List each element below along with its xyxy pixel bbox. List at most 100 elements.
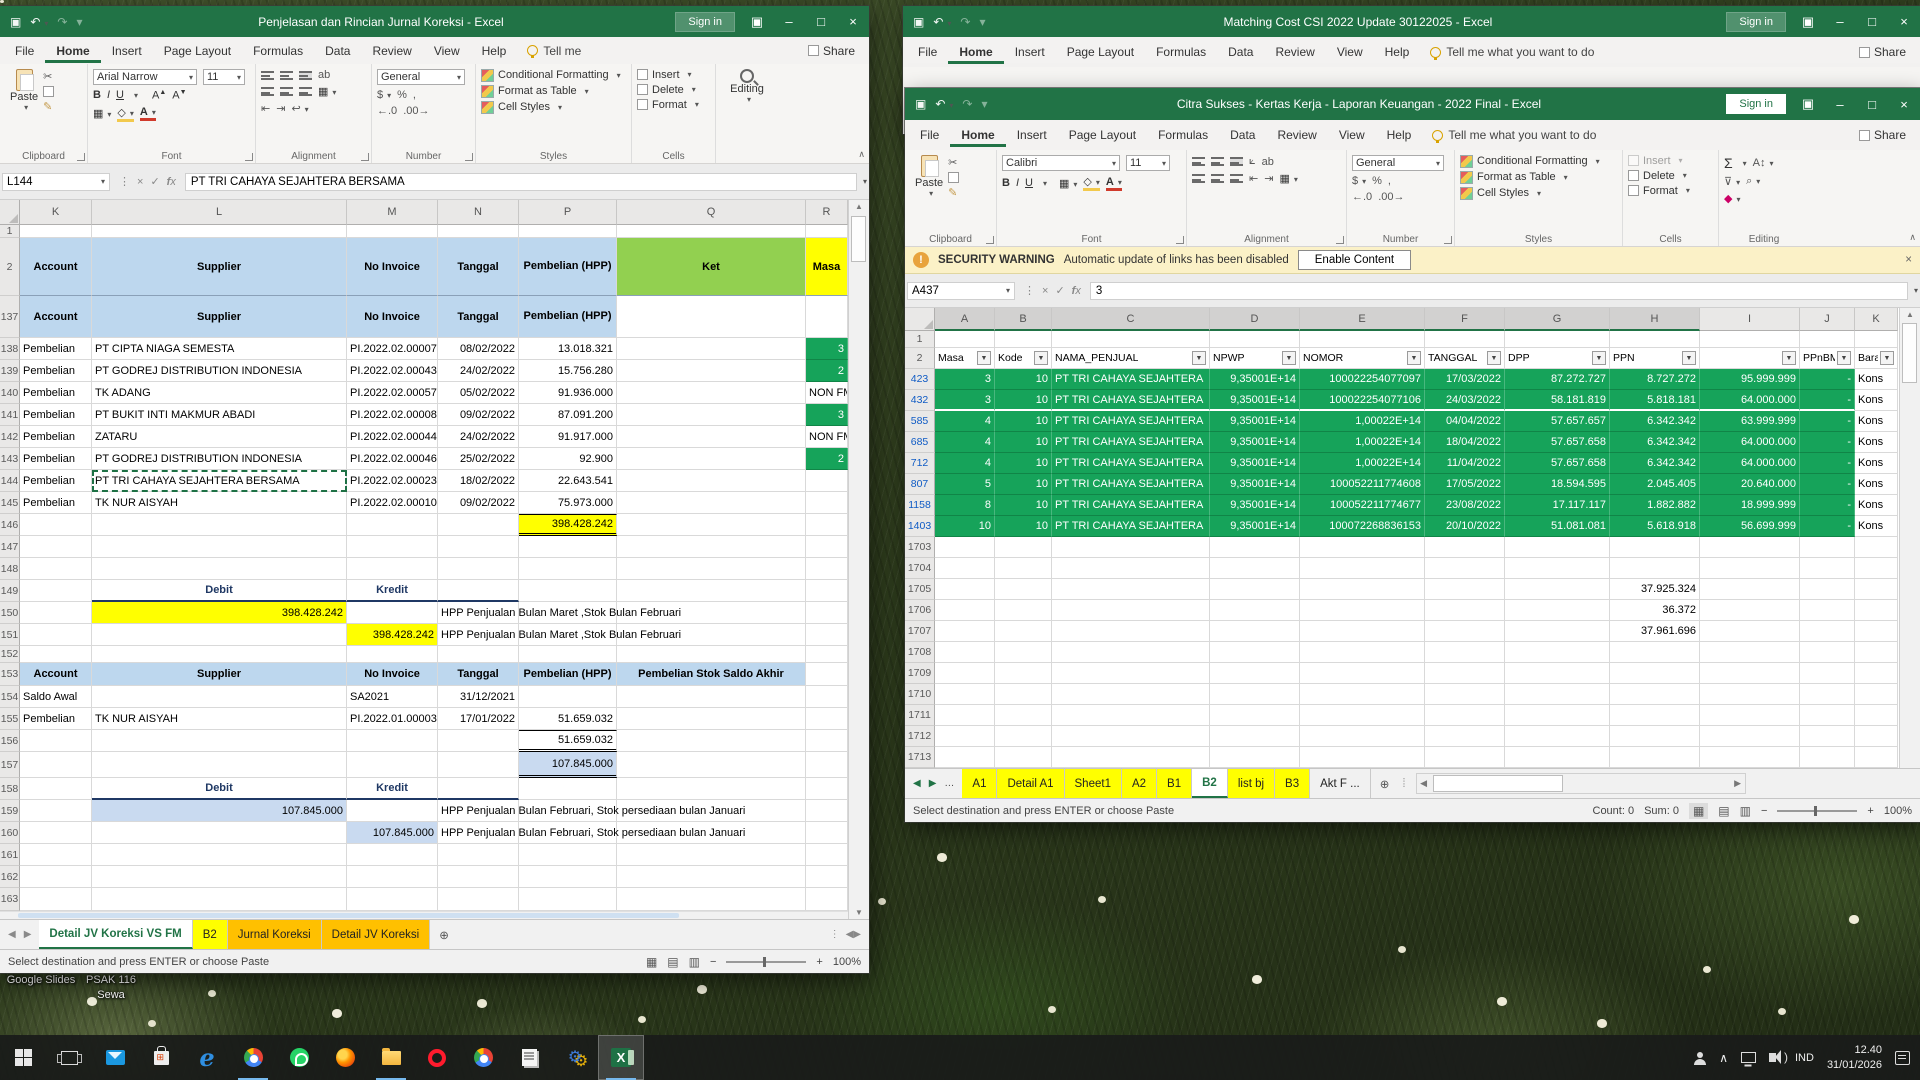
cell-P137[interactable]: Pembelian (HPP) — [519, 296, 617, 338]
menu-tab-data[interactable]: Data — [314, 39, 361, 63]
fill-color-icon[interactable]: ◇▾ — [1083, 175, 1099, 191]
cell-Q139[interactable] — [617, 360, 806, 382]
paste-button[interactable]: Paste▾ — [5, 67, 43, 114]
row-header-154[interactable]: 154 — [0, 686, 20, 708]
cell-K1709[interactable] — [1855, 663, 1898, 684]
row-header-151[interactable]: 151 — [0, 624, 20, 646]
taskbar-task-view-icon[interactable] — [46, 1035, 92, 1080]
cell-H1704[interactable] — [1610, 558, 1700, 579]
italic-button[interactable]: I — [107, 89, 110, 101]
cell-N155[interactable]: 17/01/2022 — [438, 708, 519, 730]
column-header-I[interactable]: I — [1700, 308, 1800, 331]
cell-N147[interactable] — [438, 536, 519, 558]
cell-R160[interactable] — [806, 822, 848, 844]
cell-B712[interactable]: 10 — [995, 453, 1052, 474]
cell-H1403[interactable]: 5.618.918 — [1610, 516, 1700, 537]
cancel-icon[interactable]: × — [1042, 285, 1048, 297]
cell-M152[interactable] — [347, 646, 438, 663]
format-painter-icon[interactable]: ✎ — [948, 186, 959, 199]
cell-F1403[interactable]: 20/10/2022 — [1425, 516, 1505, 537]
cell-K1712[interactable] — [1855, 726, 1898, 747]
comma-style-icon[interactable]: , — [413, 89, 416, 101]
cell-D1707[interactable] — [1210, 621, 1300, 642]
cell-K1[interactable] — [1855, 331, 1898, 348]
menu-tab-insert[interactable]: Insert — [1004, 40, 1056, 64]
decrease-indent-icon[interactable]: ⇤ — [1249, 172, 1258, 185]
cell-K1705[interactable] — [1855, 579, 1898, 600]
cell-H585[interactable]: 6.342.342 — [1610, 411, 1700, 432]
left-scroll-thumb[interactable] — [851, 216, 866, 262]
cell-E1707[interactable] — [1300, 621, 1425, 642]
cell-L162[interactable] — [92, 866, 347, 888]
cell-K1158[interactable]: Kons — [1855, 495, 1898, 516]
zoom-in-icon[interactable]: + — [1867, 805, 1873, 817]
cell-L158[interactable]: Debit — [92, 778, 347, 800]
cell-M2[interactable]: No Invoice — [347, 238, 438, 296]
cell-K140[interactable]: Pembelian — [20, 382, 92, 404]
cell-R147[interactable] — [806, 536, 848, 558]
accounting-format-icon[interactable]: $▾ — [1352, 175, 1366, 187]
cell-J807[interactable]: - — [1800, 474, 1855, 495]
cell-N162[interactable] — [438, 866, 519, 888]
cell-F807[interactable]: 17/05/2022 — [1425, 474, 1505, 495]
left-minimize-button[interactable]: – — [773, 6, 805, 37]
left-excel-window[interactable]: ▣ ↶▾ ↷ ▾ Penjelasan dan Rincian Jurnal K… — [0, 6, 869, 973]
cell-A1709[interactable] — [935, 663, 995, 684]
cell-P163[interactable] — [519, 888, 617, 911]
cell-A1403[interactable]: 10 — [935, 516, 995, 537]
cell-C1707[interactable] — [1052, 621, 1210, 642]
cell-P2[interactable]: Pembelian (HPP) — [519, 238, 617, 296]
font-size-select[interactable]: 11▾ — [1126, 155, 1170, 171]
cell-M153[interactable]: No Invoice — [347, 663, 438, 686]
scroll-up-icon[interactable]: ▲ — [849, 202, 869, 211]
cell-D1705[interactable] — [1210, 579, 1300, 600]
cell-L138[interactable]: PT CIPTA NIAGA SEMESTA — [92, 338, 347, 360]
cell-D1712[interactable] — [1210, 726, 1300, 747]
cell-B1710[interactable] — [995, 684, 1052, 705]
zoom-slider[interactable] — [1777, 810, 1857, 812]
row-header-147[interactable]: 147 — [0, 536, 20, 558]
cell-L151[interactable] — [92, 624, 347, 646]
align-middle-icon[interactable] — [1211, 157, 1224, 166]
font-name-select[interactable]: Arial Narrow▾ — [93, 69, 197, 85]
cell-C1403[interactable]: PT TRI CAHAYA SEJAHTERA — [1052, 516, 1210, 537]
filter-dropdown-icon[interactable]: ▼ — [1682, 351, 1696, 365]
cell-J1707[interactable] — [1800, 621, 1855, 642]
cell-M139[interactable]: PI.2022.02.00043 — [347, 360, 438, 382]
cell-G712[interactable]: 57.657.658 — [1505, 453, 1610, 474]
cell-B1703[interactable] — [995, 537, 1052, 558]
sheet-tab-detail-jv-koreksi-vs-fm[interactable]: Detail JV Koreksi VS FM — [39, 920, 192, 949]
back-tell-me[interactable]: Tell me what you want to do — [1430, 45, 1594, 59]
cell-E1713[interactable] — [1300, 747, 1425, 768]
cell-Q149[interactable] — [617, 580, 806, 602]
column-header-K[interactable]: K — [1855, 308, 1898, 331]
scroll-left-icon[interactable]: ◀ — [1417, 778, 1431, 789]
cell-N152[interactable] — [438, 646, 519, 663]
cell-K153[interactable]: Account — [20, 663, 92, 686]
cell-B1403[interactable]: 10 — [995, 516, 1052, 537]
wrap-text-icon[interactable]: ab — [1262, 156, 1274, 168]
cell-E432[interactable]: 100022254077106 — [1300, 390, 1425, 411]
copy-icon[interactable] — [948, 172, 959, 183]
cell-K160[interactable] — [20, 822, 92, 844]
action-center-icon[interactable] — [1895, 1051, 1910, 1065]
format-as-table-button[interactable]: Format as Table▾ — [1460, 171, 1617, 184]
right-share-button[interactable]: Share — [1859, 128, 1916, 142]
align-middle-icon[interactable] — [280, 71, 293, 80]
increase-indent-icon[interactable]: ⇥ — [1264, 172, 1273, 185]
cell-M154[interactable]: SA2021 — [347, 686, 438, 708]
cell-H1[interactable] — [1610, 331, 1700, 348]
cell-R142[interactable]: NON FM — [806, 426, 848, 448]
cell-I1705[interactable] — [1700, 579, 1800, 600]
row-header-1703[interactable]: 1703 — [905, 537, 935, 558]
row-header-1[interactable]: 1 — [0, 225, 20, 238]
right-vertical-scrollbar[interactable]: ▲ — [1899, 308, 1920, 768]
menu-tab-page-layout[interactable]: Page Layout — [1058, 123, 1147, 147]
cell-K139[interactable]: Pembelian — [20, 360, 92, 382]
cell-R140[interactable]: NON FM — [806, 382, 848, 404]
formula-input[interactable]: 3 — [1090, 282, 1908, 300]
cell-C1704[interactable] — [1052, 558, 1210, 579]
cell-P157[interactable]: 107.845.000 — [519, 752, 617, 778]
cell-M160[interactable]: 107.845.000 — [347, 822, 438, 844]
menu-tab-home[interactable]: Home — [45, 39, 100, 63]
